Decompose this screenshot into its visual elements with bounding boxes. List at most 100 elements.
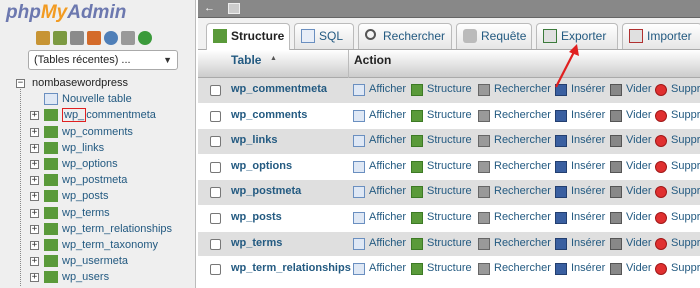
browse-action[interactable]: Afficher <box>353 134 406 148</box>
tree-table-label[interactable]: wp_terms <box>62 205 110 221</box>
tree-table-label[interactable]: wp_comments <box>62 124 133 140</box>
sort-asc-icon[interactable]: ▲ <box>270 55 277 62</box>
structure-action[interactable]: Structure <box>411 185 472 199</box>
expand-icon[interactable]: + <box>30 192 39 202</box>
column-header-table[interactable]: Table <box>231 53 261 67</box>
insert-action[interactable]: Insérer <box>555 134 605 148</box>
tab-export[interactable]: Exporter <box>536 23 618 49</box>
drop-action[interactable]: Supprimer <box>655 185 700 199</box>
tab-query[interactable]: Requête <box>456 23 532 49</box>
insert-action[interactable]: Insérer <box>555 211 605 224</box>
tree-table-item[interactable]: + wp_term_relationships <box>0 221 195 237</box>
drop-action[interactable]: Supprimer <box>655 211 700 224</box>
reload-icon[interactable] <box>138 31 152 45</box>
tree-table-item[interactable]: + wp_options <box>0 156 195 172</box>
row-checkbox[interactable] <box>210 212 221 224</box>
tree-table-label[interactable]: wp_term_relationships <box>62 221 172 237</box>
expand-icon[interactable]: + <box>30 208 39 218</box>
exit-icon[interactable] <box>53 31 67 45</box>
table-name-link[interactable]: wp_postmeta <box>231 185 301 197</box>
drop-action[interactable]: Supprimer <box>655 134 700 148</box>
phpmyadmin-logo[interactable]: phpMyAdmin <box>6 2 186 24</box>
tab-structure[interactable]: Structure <box>206 23 290 50</box>
structure-action[interactable]: Structure <box>411 211 472 224</box>
empty-action[interactable]: Vider <box>610 185 651 199</box>
search-action[interactable]: Rechercher <box>478 262 551 276</box>
insert-action[interactable]: Insérer <box>555 262 605 276</box>
row-checkbox[interactable] <box>210 85 221 96</box>
search-action[interactable]: Rechercher <box>478 109 551 122</box>
structure-action[interactable]: Structure <box>411 160 472 173</box>
table-name-link[interactable]: wp_term_relationships <box>231 262 351 274</box>
server-icon[interactable] <box>228 3 240 14</box>
search-action[interactable]: Rechercher <box>478 134 551 148</box>
row-checkbox[interactable] <box>210 187 221 199</box>
drop-action[interactable]: Supprimer <box>655 109 700 122</box>
collapse-icon[interactable]: − <box>16 79 25 88</box>
insert-action[interactable]: Insérer <box>555 185 605 199</box>
recent-tables-select[interactable]: (Tables récentes) ... ▼ <box>28 50 178 70</box>
browse-action[interactable]: Afficher <box>353 237 406 250</box>
tree-table-label[interactable]: wp_usermeta <box>62 253 128 269</box>
structure-action[interactable]: Structure <box>411 262 472 276</box>
drop-action[interactable]: Supprimer <box>655 160 700 173</box>
search-action[interactable]: Rechercher <box>478 237 551 250</box>
empty-action[interactable]: Vider <box>610 134 651 148</box>
drop-action[interactable]: Supprimer <box>655 237 700 250</box>
help-icon[interactable] <box>104 31 118 45</box>
structure-action[interactable]: Structure <box>411 134 472 148</box>
browse-action[interactable]: Afficher <box>353 160 406 173</box>
search-action[interactable]: Rechercher <box>478 83 551 96</box>
tree-table-item[interactable]: + wp_usermeta <box>0 253 195 269</box>
empty-action[interactable]: Vider <box>610 237 651 250</box>
structure-action[interactable]: Structure <box>411 237 472 250</box>
tree-table-label[interactable]: wp_ commentmeta <box>62 107 156 123</box>
drop-action[interactable]: Supprimer <box>655 262 700 276</box>
tree-table-item[interactable]: + wp_links <box>0 140 195 156</box>
tree-table-label[interactable]: wp_links <box>62 140 104 156</box>
tree-table-item[interactable]: + wp_postmeta <box>0 172 195 188</box>
table-name-link[interactable]: wp_terms <box>231 237 282 249</box>
table-name-link[interactable]: wp_commentmeta <box>231 83 327 95</box>
empty-action[interactable]: Vider <box>610 83 651 96</box>
search-action[interactable]: Rechercher <box>478 211 551 224</box>
table-name-link[interactable]: wp_comments <box>231 109 307 121</box>
empty-action[interactable]: Vider <box>610 160 651 173</box>
insert-action[interactable]: Insérer <box>555 83 605 96</box>
structure-action[interactable]: Structure <box>411 109 472 122</box>
insert-action[interactable]: Insérer <box>555 237 605 250</box>
row-checkbox[interactable] <box>210 238 221 250</box>
back-arrow-icon[interactable]: ← <box>204 2 215 14</box>
browse-action[interactable]: Afficher <box>353 262 406 276</box>
database-name[interactable]: nombasewordpress <box>32 75 128 91</box>
expand-icon[interactable]: + <box>30 257 39 267</box>
table-name-link[interactable]: wp_links <box>231 134 277 146</box>
structure-action[interactable]: Structure <box>411 83 472 96</box>
expand-icon[interactable]: + <box>30 143 39 153</box>
tree-table-label[interactable]: wp_postmeta <box>62 172 127 188</box>
tab-import[interactable]: Importer <box>622 23 700 49</box>
expand-icon[interactable]: + <box>30 127 39 137</box>
tree-table-label[interactable]: wp_users <box>62 269 109 285</box>
expand-icon[interactable]: + <box>30 224 39 234</box>
tree-table-item[interactable]: + wp_posts <box>0 188 195 204</box>
tree-table-label[interactable]: wp_term_taxonomy <box>62 237 158 253</box>
table-name-link[interactable]: wp_options <box>231 160 292 172</box>
tree-table-item[interactable]: + wp_term_taxonomy <box>0 237 195 253</box>
tree-table-item[interactable]: + wp_terms <box>0 205 195 221</box>
new-table-label[interactable]: Nouvelle table <box>62 91 132 107</box>
tree-new-table[interactable]: Nouvelle table <box>0 91 195 107</box>
row-checkbox[interactable] <box>210 110 221 122</box>
tree-table-item[interactable]: + wp_users <box>0 269 195 285</box>
browse-action[interactable]: Afficher <box>353 109 406 122</box>
tree-database[interactable]: − nombasewordpress <box>0 75 195 91</box>
tab-search[interactable]: Rechercher <box>358 23 452 49</box>
drop-action[interactable]: Supprimer <box>655 83 700 96</box>
expand-icon[interactable]: + <box>30 273 39 283</box>
tab-sql[interactable]: SQL <box>294 23 354 49</box>
search-action[interactable]: Rechercher <box>478 185 551 199</box>
expand-icon[interactable]: + <box>30 240 39 250</box>
row-checkbox[interactable] <box>210 136 221 148</box>
table-name-link[interactable]: wp_posts <box>231 211 282 223</box>
expand-icon[interactable]: + <box>30 176 39 186</box>
